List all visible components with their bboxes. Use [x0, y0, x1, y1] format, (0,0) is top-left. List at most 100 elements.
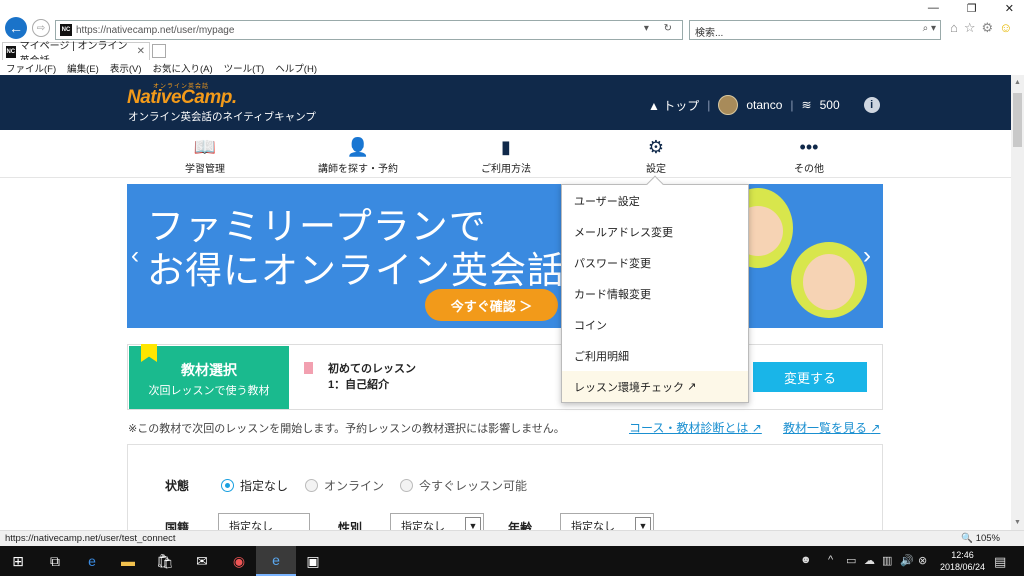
- onedrive-icon[interactable]: ☁: [864, 554, 875, 567]
- material-title: 教材選択: [181, 362, 237, 378]
- start-windows-icon[interactable]: ⊞: [8, 551, 28, 571]
- clock-date: 2018/06/24: [940, 562, 986, 572]
- people-icon[interactable]: ☻: [800, 554, 812, 566]
- scroll-down-icon[interactable]: ▼: [1014, 519, 1021, 526]
- refresh-icon[interactable]: ▾ ↻: [644, 23, 678, 34]
- menu-item-card-change[interactable]: カード情報変更: [562, 278, 748, 309]
- zoom-level[interactable]: 🔍 105%: [961, 533, 1000, 544]
- file-explorer-icon[interactable]: ▬: [118, 551, 138, 571]
- menu-favorites[interactable]: お気に入り(A): [152, 61, 212, 75]
- chrome-icon[interactable]: ◉: [229, 551, 249, 571]
- close-icon[interactable]: ✕: [1005, 2, 1014, 15]
- restore-icon[interactable]: ❐: [967, 2, 977, 15]
- browser-search-input[interactable]: 検索... ⌕ ▾: [689, 20, 941, 40]
- radio-dot: [400, 479, 413, 492]
- minimize-icon[interactable]: —: [928, 2, 939, 15]
- banner-prev-icon[interactable]: ‹: [131, 242, 139, 270]
- top-icon: ▲: [648, 98, 660, 113]
- menu-edit[interactable]: 編集(E): [67, 61, 99, 75]
- radio-available-now[interactable]: 今すぐレッスン可能: [400, 477, 527, 494]
- new-tab-button[interactable]: [152, 44, 166, 58]
- task-view-icon[interactable]: ⧉: [45, 551, 65, 571]
- promo-banner[interactable]: ファミリープランで お得にオンライン英会話 ‹ › 今すぐ確認 ＞: [127, 184, 883, 328]
- nav-how-to-use[interactable]: ▮ ご利用方法: [481, 136, 531, 175]
- battery-icon[interactable]: ▭: [846, 554, 856, 567]
- teacher-icon: 👤: [346, 137, 370, 157]
- lesson-name: 初めてのレッスン: [328, 363, 416, 375]
- store-icon[interactable]: 🛍: [155, 551, 175, 571]
- volume-icon[interactable]: 🔊: [900, 554, 914, 567]
- window-controls: — ❐ ✕: [928, 2, 1014, 15]
- radio-online[interactable]: オンライン: [305, 477, 384, 494]
- settings-gear-icon[interactable]: ⚙: [982, 20, 994, 36]
- banner-headline-2: お得にオンライン英会話: [147, 250, 565, 291]
- photos-icon[interactable]: ▣: [303, 551, 323, 571]
- edge-icon[interactable]: e: [82, 551, 102, 571]
- menu-item-coin[interactable]: コイン: [562, 309, 748, 340]
- menu-file[interactable]: ファイル(F): [6, 61, 56, 75]
- menu-bar: ファイル(F) 編集(E) 表示(V) お気に入り(A) ツール(T) ヘルプ(…: [0, 60, 1024, 75]
- radio-none[interactable]: 指定なし: [221, 477, 288, 494]
- site-logo[interactable]: NativeCamp.: [127, 87, 237, 109]
- external-link-icon: ↗: [687, 381, 697, 393]
- menu-tools[interactable]: ツール(T): [224, 61, 265, 75]
- nav-study-management[interactable]: 📖 学習管理: [185, 136, 225, 175]
- nav-other[interactable]: ••• その他: [794, 136, 824, 175]
- vertical-scrollbar[interactable]: ▲ ▼: [1011, 75, 1024, 530]
- coin-count[interactable]: 500: [820, 98, 840, 112]
- mail-icon[interactable]: ✉: [192, 551, 212, 571]
- link-text: 教材一覧を見る: [783, 421, 868, 435]
- forward-button[interactable]: ⇨: [32, 19, 50, 37]
- scroll-thumb[interactable]: [1013, 93, 1022, 147]
- status-label: 状態: [165, 479, 190, 493]
- zoom-value: 105%: [975, 533, 1000, 544]
- clock[interactable]: 12:46 2018/06/24: [940, 549, 985, 573]
- username[interactable]: otanco: [746, 98, 782, 112]
- action-center-icon[interactable]: ▤: [994, 554, 1006, 570]
- nav-settings[interactable]: ⚙ 設定: [646, 136, 666, 175]
- radio-dot: [221, 479, 234, 492]
- internet-explorer-icon[interactable]: e: [256, 546, 296, 576]
- material-subtitle: 次回レッスンで使う教材: [148, 385, 270, 397]
- menu-item-email-change[interactable]: メールアドレス変更: [562, 216, 748, 247]
- site-nav: 📖 学習管理 👤 講師を探す・予約 ▮ ご利用方法 ⚙ 設定 ••• その他: [0, 130, 1011, 178]
- url-text[interactable]: https://nativecamp.net/user/mypage: [76, 25, 234, 36]
- favorites-star-icon[interactable]: ☆: [964, 20, 976, 36]
- header-user-area: ▲ トップ | otanco | ≋ 500 i: [648, 95, 880, 115]
- material-list-link[interactable]: 教材一覧を見る ↗: [783, 419, 880, 436]
- network-icon[interactable]: ▥: [882, 554, 892, 567]
- nav-label: ご利用方法: [481, 164, 531, 175]
- menu-item-environment-check[interactable]: レッスン環境チェック ↗: [562, 371, 748, 402]
- home-icon[interactable]: ⌂: [950, 20, 958, 36]
- scroll-up-icon[interactable]: ▲: [1014, 79, 1021, 86]
- notification-x-icon[interactable]: ⊗: [918, 554, 927, 567]
- avatar[interactable]: [718, 95, 739, 115]
- feedback-smiley-icon[interactable]: ☺: [999, 20, 1012, 36]
- course-diagnosis-link[interactable]: コース・教材診断とは ↗: [629, 419, 762, 436]
- banner-cta-button[interactable]: 今すぐ確認 ＞: [425, 289, 558, 321]
- settings-dropdown: ユーザー設定 メールアドレス変更 パスワード変更 カード情報変更 コイン ご利用…: [561, 175, 749, 403]
- info-icon[interactable]: i: [863, 97, 880, 113]
- tray-expand-icon[interactable]: ^: [828, 554, 833, 566]
- tab-close-icon[interactable]: ✕: [137, 46, 145, 57]
- top-link[interactable]: ▲ トップ: [648, 97, 699, 114]
- nav-label: 設定: [646, 164, 666, 175]
- book-icon: 📖: [193, 137, 217, 157]
- external-link-icon: ↗: [751, 421, 762, 435]
- tab-favicon-icon: NC: [6, 45, 16, 58]
- tab-bar: NC マイページ | オンライン英会話... ✕: [0, 41, 1024, 67]
- menu-item-password-change[interactable]: パスワード変更: [562, 247, 748, 278]
- coin-icon: ≋: [801, 98, 812, 112]
- menu-view[interactable]: 表示(V): [110, 61, 142, 75]
- menu-item-billing[interactable]: ご利用明細: [562, 340, 748, 371]
- address-bar[interactable]: NC https://nativecamp.net/user/mypage ▾ …: [55, 20, 683, 40]
- lesson-chapter: 1：自己紹介: [328, 379, 390, 391]
- header-separator: |: [790, 98, 794, 112]
- browser-tab[interactable]: NC マイページ | オンライン英会話... ✕: [2, 41, 150, 67]
- change-material-button[interactable]: 変更する: [753, 362, 867, 392]
- search-icon[interactable]: ⌕ ▾: [923, 23, 936, 34]
- radio-label: オンライン: [324, 479, 385, 493]
- nav-find-teacher[interactable]: 👤 講師を探す・予約: [318, 136, 398, 175]
- site-tagline: オンライン英会話のネイティブキャンプ: [128, 111, 316, 123]
- menu-help[interactable]: ヘルプ(H): [275, 61, 317, 75]
